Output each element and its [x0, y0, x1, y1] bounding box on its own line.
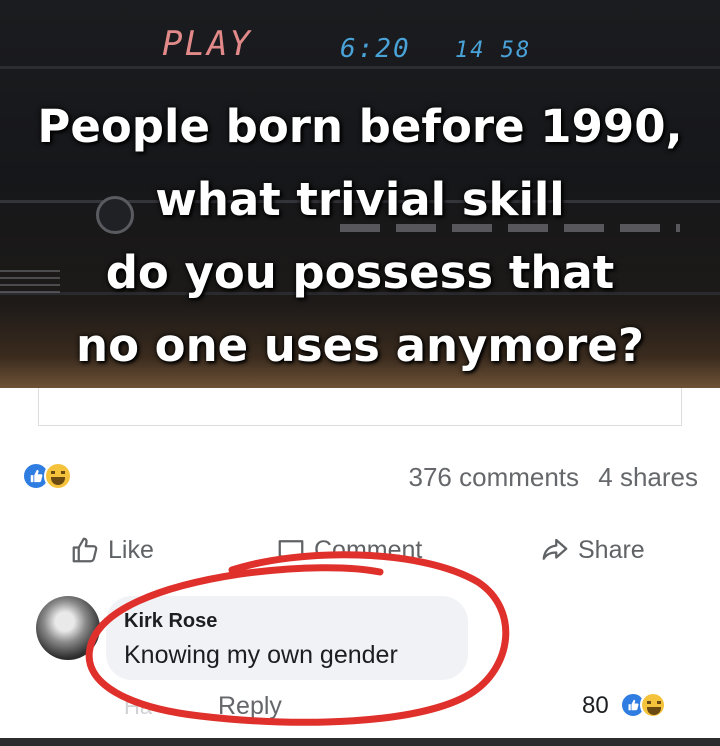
haha-reaction-icon — [640, 692, 666, 718]
comment-reaction-icons[interactable] — [620, 690, 680, 722]
shares-count-link[interactable]: 4 shares — [598, 462, 698, 492]
link-preview-box[interactable] — [38, 388, 682, 426]
avatar[interactable] — [36, 596, 100, 660]
haha-reaction-icon — [44, 462, 72, 490]
comment: Kirk Rose Knowing my own gender — [0, 592, 720, 692]
display-counter-text: 14 58 — [455, 38, 532, 63]
comment-author[interactable]: Kirk Rose — [124, 610, 468, 633]
comments-count-link[interactable]: 376 comments — [409, 462, 580, 492]
bottom-edge — [0, 738, 720, 746]
caption-line: what trivial skill — [155, 173, 565, 226]
share-button-label: Share — [578, 535, 645, 564]
reaction-icons[interactable] — [22, 460, 92, 494]
caption-line: do you possess that — [105, 246, 615, 299]
engagement-counts: 376 comments 4 shares — [409, 462, 699, 493]
meme-caption: People born before 1990, what trivial sk… — [0, 90, 720, 382]
display-play-text: PLAY — [162, 24, 252, 64]
reply-link[interactable]: Reply — [218, 692, 282, 721]
tape-deck-display: PLAY 6:20 14 58 — [150, 14, 560, 66]
tape-deck-panel-line — [0, 66, 720, 69]
speech-bubble-icon — [278, 540, 304, 563]
comment-text: Knowing my own gender — [124, 641, 398, 669]
comment-button-label: Comment — [314, 535, 423, 564]
caption-line: People born before 1990, — [37, 100, 683, 153]
thumbs-up-outline-icon — [72, 537, 98, 563]
like-button-label: Like — [108, 535, 154, 564]
comment-reaction-count: 80 — [582, 692, 609, 719]
comment-button[interactable]: Comment — [276, 528, 422, 572]
post-actions: Like Comment Share — [0, 528, 720, 572]
share-button[interactable]: Share — [540, 528, 645, 572]
haha-link[interactable]: Ha — [124, 694, 152, 720]
reactions-summary: 376 comments 4 shares — [0, 456, 720, 500]
share-arrow-icon — [542, 538, 568, 560]
meme-image: PLAY 6:20 14 58 People born before 1990,… — [0, 0, 720, 388]
display-time-text: 6:20 — [340, 34, 411, 64]
like-button[interactable]: Like — [70, 528, 154, 572]
comment-meta: Ha Reply 80 — [0, 690, 720, 726]
comment-bubble: Kirk Rose Knowing my own gender — [106, 596, 468, 680]
caption-line: no one uses anymore? — [76, 319, 644, 372]
